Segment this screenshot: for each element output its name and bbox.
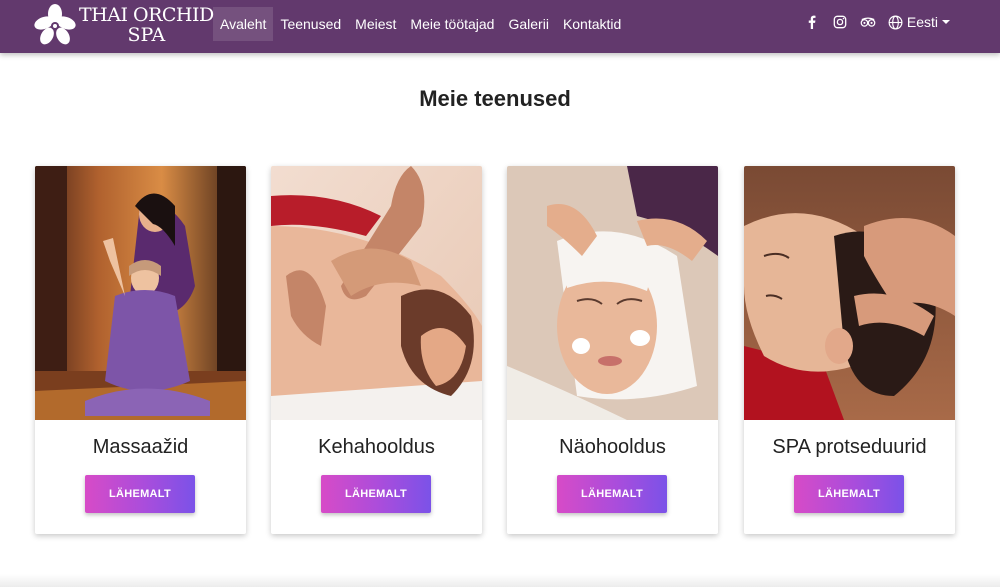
tripadvisor-icon[interactable] (860, 14, 876, 30)
more-button[interactable]: LÄHEMALT (85, 475, 195, 513)
orchid-flower-icon (34, 4, 76, 45)
language-selector[interactable]: Eesti (888, 14, 950, 30)
more-button[interactable]: LÄHEMALT (557, 475, 667, 513)
language-label: Eesti (906, 14, 938, 30)
instagram-icon[interactable] (832, 14, 848, 30)
nav-item-avaleht[interactable]: Avaleht (213, 7, 274, 41)
card-title: Näohooldus (559, 436, 666, 458)
main-nav: Avaleht Teenused Meiest Meie töötajad Ga… (213, 7, 628, 41)
service-card-massaazid: Massaažid LÄHEMALT (35, 166, 246, 534)
nav-item-galerii[interactable]: Galerii (501, 7, 555, 41)
nav-item-kontaktid[interactable]: Kontaktid (556, 7, 628, 41)
facebook-icon[interactable] (804, 14, 820, 30)
top-navbar: THAI ORCHID SPA Avaleht Teenused Meiest … (0, 0, 1000, 53)
card-title: SPA protseduurid (772, 436, 927, 458)
nav-item-meiest[interactable]: Meiest (348, 7, 403, 41)
globe-icon (888, 15, 903, 29)
facial-treatment-photo (507, 166, 718, 420)
more-button[interactable]: LÄHEMALT (321, 475, 431, 513)
section-title: Meie teenused (419, 86, 571, 111)
more-button[interactable]: LÄHEMALT (794, 475, 904, 513)
spa-procedure-photo (744, 166, 955, 420)
nav-item-teenused[interactable]: Teenused (273, 7, 348, 41)
body-treatment-photo (271, 166, 482, 420)
service-card-spa-protseduurid: SPA protseduurid LÄHEMALT (744, 166, 955, 534)
brand-name: THAI ORCHID SPA (79, 3, 214, 46)
navbar-right-group: Eesti (804, 14, 950, 30)
card-title: Kehahooldus (318, 436, 435, 458)
card-title: Massaažid (92, 436, 189, 458)
footer-divider (0, 574, 1000, 587)
brand-logo-link[interactable]: THAI ORCHID SPA (33, 3, 214, 47)
brand-line-1: THAI ORCHID (79, 3, 214, 26)
nav-item-meie-tootajad[interactable]: Meie töötajad (403, 7, 501, 41)
service-card-naohooldus: Näohooldus LÄHEMALT (507, 166, 718, 534)
brand-line-2: SPA (127, 23, 166, 46)
massage-photo (35, 166, 246, 420)
chevron-down-icon (942, 20, 950, 24)
service-card-kehahooldus: Kehahooldus LÄHEMALT (271, 166, 482, 534)
